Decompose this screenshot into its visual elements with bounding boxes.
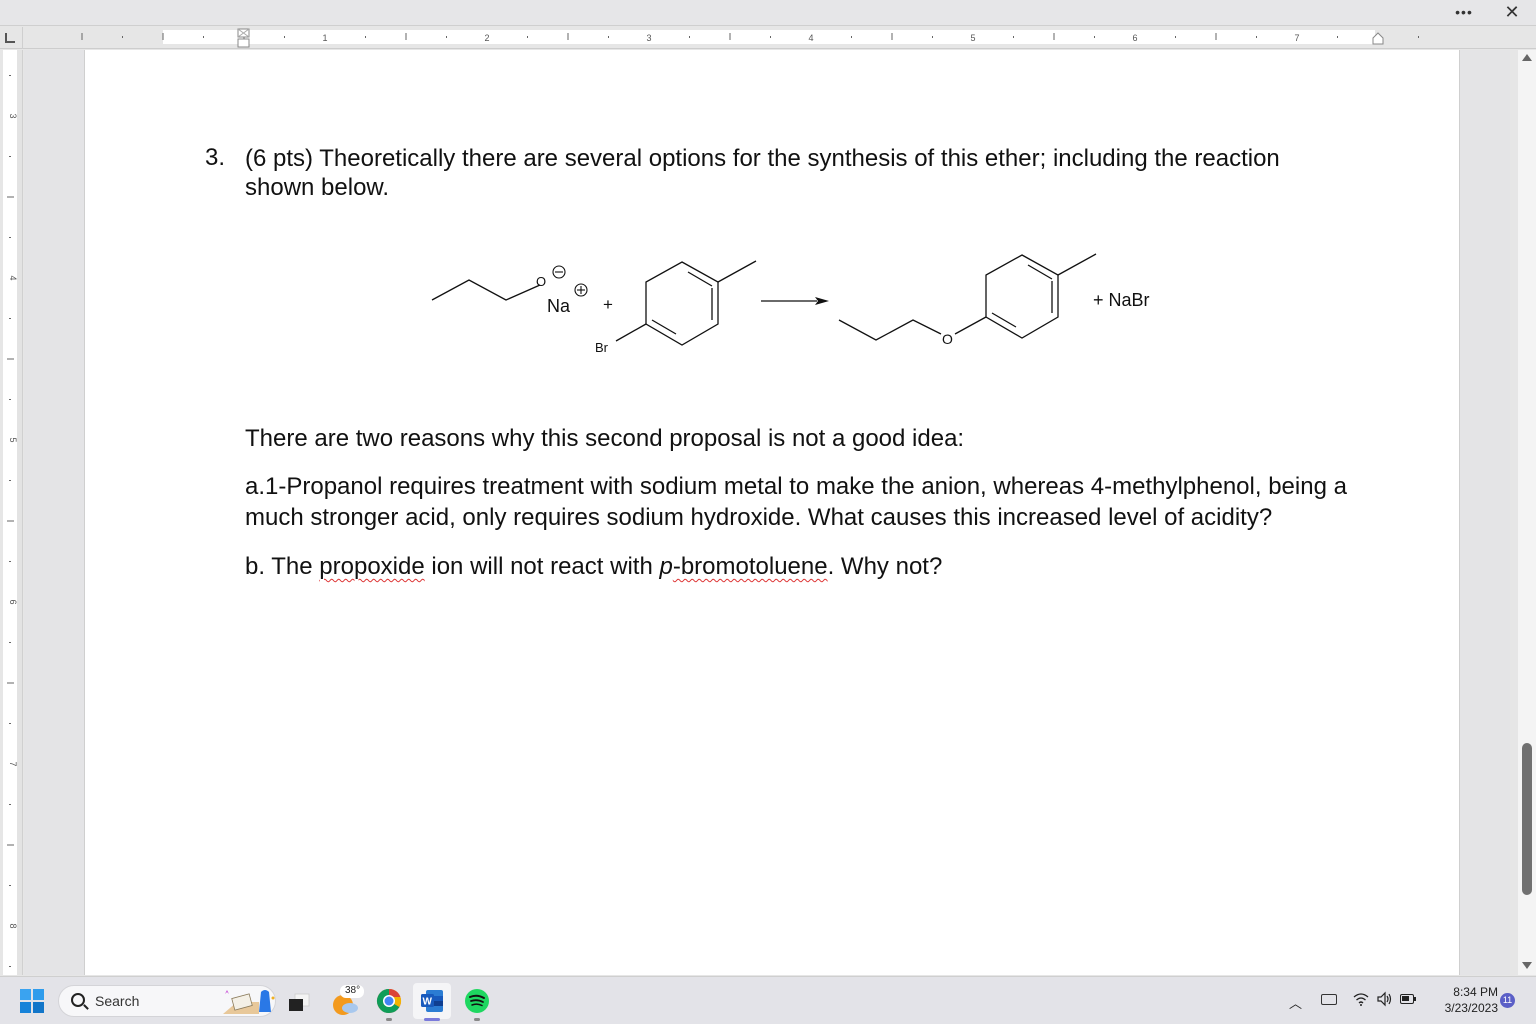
intro-paragraph: There are two reasons why this second pr… (245, 425, 965, 452)
benzene-ring-product (985, 254, 1059, 339)
spotify-icon (465, 989, 489, 1013)
wifi-icon[interactable] (1352, 991, 1370, 1007)
methyl-bond (717, 260, 757, 283)
vertical-ruler-margin (17, 50, 23, 975)
clock-date: 3/23/2023 (1444, 1001, 1498, 1015)
weather-temperature: 38° (345, 985, 361, 996)
scrollbar-thumb[interactable] (1522, 743, 1532, 895)
propyl-chain-bond (431, 279, 541, 301)
scroll-down-arrow-icon[interactable] (1522, 962, 1532, 969)
windows-logo-pane (33, 1002, 44, 1013)
ruler-number: 5 (8, 437, 17, 442)
ruler-number: 7 (1294, 33, 1299, 43)
taskbar-search-box[interactable]: Search (58, 985, 276, 1017)
weather-widget-button[interactable]: 38° (326, 983, 364, 1019)
arrow-head (815, 297, 829, 305)
byproduct-nabr: + NaBr (1093, 290, 1150, 310)
running-indicator (474, 1018, 480, 1021)
part-b-prefix: b. The (245, 553, 320, 580)
plus-sign: + (603, 295, 613, 314)
word-icon: W (421, 990, 443, 1012)
chrome-icon (376, 988, 402, 1014)
system-clock[interactable]: 8:34 PM 3/23/2023 (1424, 984, 1498, 1016)
task-view-icon (289, 993, 310, 1011)
start-button[interactable] (20, 989, 44, 1013)
italic-p: p (659, 553, 673, 580)
windows-logo-icon (20, 989, 31, 1000)
ruler-number: 1 (322, 33, 327, 43)
ruler-number: 6 (8, 599, 17, 604)
window-title-bar: ••• ✕ (0, 0, 1536, 26)
ruler-number: 2 (484, 33, 489, 43)
search-highlight-illustration-icon (223, 990, 275, 1014)
search-placeholder: Search (95, 993, 140, 1009)
scroll-up-arrow-icon[interactable] (1522, 54, 1532, 61)
part-a-paragraph: a.1-Propanol requires treatment with sod… (245, 473, 1347, 531)
question-text: (6 pts) Theoretically there are several … (245, 145, 1280, 201)
horizontal-ruler[interactable]: 1 2 3 4 5 6 7 (0, 27, 1536, 49)
ruler-number: 8 (8, 923, 17, 928)
search-icon (71, 993, 85, 1007)
show-hidden-icons-chevron-icon[interactable]: ︿ (1289, 993, 1302, 1012)
svg-text:W: W (423, 997, 433, 1008)
active-indicator (424, 1018, 440, 1021)
c-br-bond (615, 323, 647, 342)
question-number: 3. (205, 144, 226, 171)
bromine-atom: Br (595, 340, 609, 355)
taskbar: Search 38° W ︿ 8:34 PM 3/23/2023 11 (0, 976, 1536, 1024)
volume-icon[interactable] (1376, 991, 1394, 1007)
ruler-number: 5 (970, 33, 975, 43)
close-button[interactable]: ✕ (1500, 2, 1524, 22)
windows-logo-pane (33, 989, 44, 1000)
taskbar-app-word[interactable]: W (413, 983, 451, 1021)
oxygen-atom-reactant: O (536, 274, 546, 289)
ruler-number: 7 (8, 761, 17, 766)
spellcheck-word-bromotoluene[interactable]: -bromotoluene (673, 553, 828, 580)
ruler-number: 4 (8, 275, 17, 280)
document-page[interactable]: 3. (6 pts) Theoretically there are sever… (84, 50, 1460, 975)
notification-badge[interactable]: 11 (1500, 993, 1515, 1008)
part-b-mid: ion will not react with (424, 553, 660, 580)
vertical-ruler[interactable]: 3 4 5 6 7 8 (3, 50, 17, 975)
ruler-number: 4 (808, 33, 813, 43)
taskbar-app-spotify[interactable] (458, 983, 496, 1021)
benzene-ring-reactant (645, 261, 719, 346)
negative-charge-icon (552, 265, 566, 279)
clock-time: 8:34 PM (1453, 985, 1498, 999)
spellcheck-word-propoxide[interactable]: propoxide (319, 553, 424, 580)
product-propyl-chain (838, 319, 942, 341)
vertical-scrollbar[interactable] (1518, 50, 1536, 975)
taskbar-app-chrome[interactable] (370, 983, 408, 1021)
windows-logo-pane (20, 1002, 31, 1013)
running-indicator (386, 1018, 392, 1021)
ruler-number: 3 (8, 113, 17, 118)
battery-icon[interactable] (1400, 994, 1416, 1004)
part-b-suffix: . Why not? (827, 553, 943, 580)
more-options-button[interactable]: ••• (1448, 4, 1480, 22)
oxygen-atom-product: O (942, 331, 953, 347)
task-view-button[interactable] (280, 983, 318, 1019)
sodium-counterion: Na (547, 296, 571, 316)
touch-keyboard-icon[interactable] (1321, 994, 1337, 1005)
ruler-number: 3 (646, 33, 651, 43)
positive-charge-icon (574, 283, 588, 297)
part-b-paragraph: b. The propoxide ion will not react with… (245, 551, 1385, 582)
ruler-number: 6 (1132, 33, 1137, 43)
horizontal-ruler-area: 1 2 3 4 5 6 7 (0, 27, 1536, 49)
